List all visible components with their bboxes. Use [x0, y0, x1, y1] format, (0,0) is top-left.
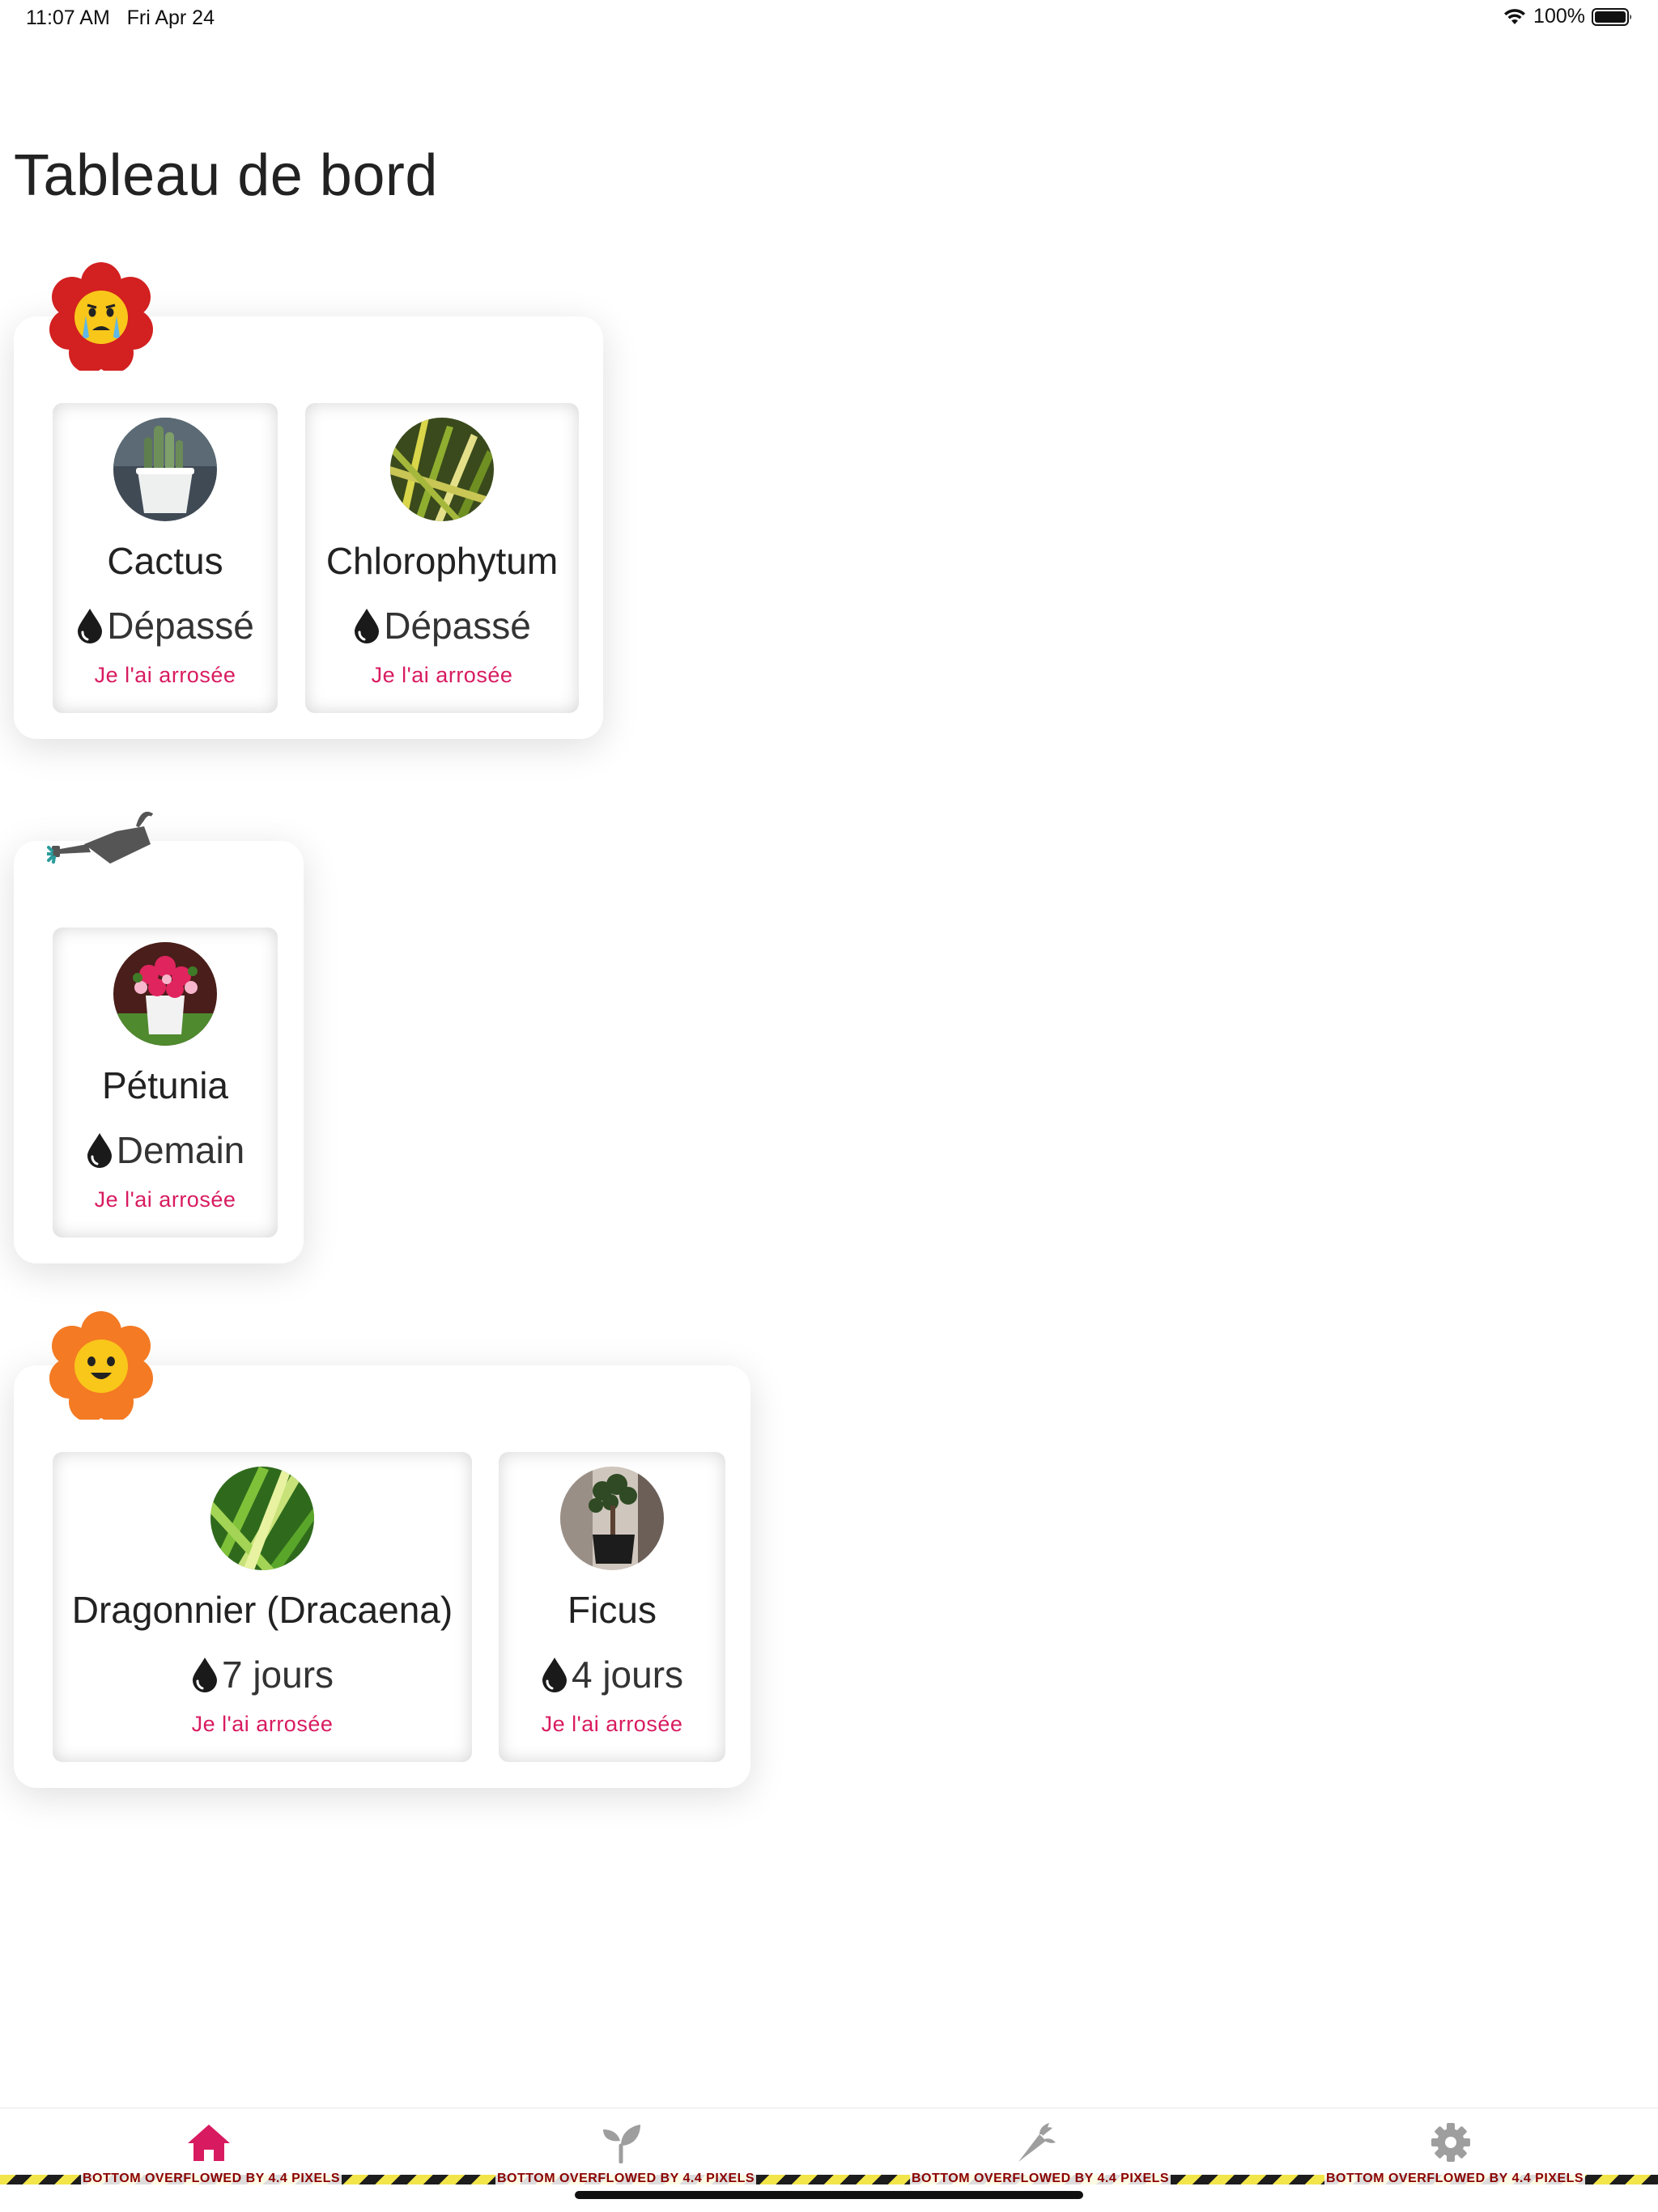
watering-due: Demain: [53, 1128, 278, 1172]
nav-home[interactable]: [185, 2118, 233, 2167]
crying-flower-icon: [47, 262, 155, 375]
watered-button[interactable]: Je l'ai arrosée: [305, 663, 579, 688]
overflow-warning-text: BOTTOM OVERFLOWED BY 4.4 PIXELS: [910, 2168, 1171, 2189]
sprout-icon: [603, 2125, 640, 2163]
plant-name: Pétunia: [101, 1064, 228, 1106]
plant-name: Dragonnier (Dracaena): [71, 1589, 453, 1631]
battery-percent: 100%: [1533, 5, 1585, 28]
watering-due: Dépassé: [305, 604, 579, 647]
nav-settings[interactable]: [1426, 2118, 1475, 2167]
status-bar: 11:07 AM Fri Apr 24 100%: [0, 0, 1658, 37]
battery-icon: [1592, 7, 1631, 26]
watering-due: 7 jours: [53, 1653, 472, 1696]
wifi-icon: [1504, 8, 1526, 24]
plant-card[interactable]: Chlorophytum Dépassé Je l'ai arrosée: [305, 403, 579, 713]
healthy-plants-group: Dragonnier (Dracaena) 7 jours Je l'ai ar…: [14, 1311, 750, 1788]
overflow-warning-text: BOTTOM OVERFLOWED BY 4.4 PIXELS: [81, 2168, 342, 2189]
due-text: 4 jours: [571, 1654, 684, 1696]
watered-button[interactable]: Je l'ai arrosée: [499, 1712, 725, 1737]
home-icon: [188, 2125, 230, 2161]
overflow-warning-text: BOTTOM OVERFLOWED BY 4.4 PIXELS: [495, 2168, 757, 2189]
nav-vegetables[interactable]: [1012, 2118, 1061, 2167]
due-text: Dépassé: [107, 605, 254, 647]
water-drop-icon: [355, 609, 380, 643]
watered-button[interactable]: Je l'ai arrosée: [53, 663, 278, 688]
plant-name: Chlorophytum: [325, 540, 559, 582]
dracaena-photo: [210, 1467, 314, 1570]
petunia-photo: [113, 942, 217, 1046]
water-drop-icon: [78, 609, 103, 643]
water-drop-icon: [192, 1658, 217, 1692]
watering-due: 4 jours: [499, 1653, 725, 1696]
gear-icon: [1431, 2123, 1470, 2162]
plant-name: Cactus: [107, 540, 223, 582]
plant-name: Ficus: [568, 1589, 657, 1631]
watered-button[interactable]: Je l'ai arrosée: [53, 1712, 472, 1737]
overdue-plants-group: Cactus Dépassé Je l'ai arrosée Chlorophy…: [14, 262, 603, 739]
water-drop-icon: [542, 1658, 567, 1692]
plant-card[interactable]: Pétunia Demain Je l'ai arrosée: [53, 928, 278, 1238]
watered-button[interactable]: Je l'ai arrosée: [53, 1187, 278, 1212]
home-indicator[interactable]: [575, 2191, 1083, 2199]
nav-plants[interactable]: [597, 2118, 646, 2167]
chlorophytum-photo: [390, 418, 494, 521]
carrot-icon: [1018, 2123, 1056, 2162]
plant-card[interactable]: Ficus 4 jours Je l'ai arrosée: [499, 1452, 725, 1762]
watering-due: Dépassé: [53, 604, 278, 647]
plant-card[interactable]: Cactus Dépassé Je l'ai arrosée: [53, 403, 278, 713]
due-text: 7 jours: [221, 1654, 334, 1696]
water-drop-icon: [87, 1133, 112, 1168]
status-time-date: 11:07 AM Fri Apr 24: [26, 6, 215, 29]
due-text: Demain: [116, 1129, 245, 1171]
ficus-photo: [560, 1467, 664, 1570]
page-title: Tableau de bord: [14, 143, 438, 208]
due-text: Dépassé: [384, 605, 531, 647]
plant-card[interactable]: Dragonnier (Dracaena) 7 jours Je l'ai ar…: [53, 1452, 472, 1762]
status-indicators: 100%: [1503, 5, 1634, 28]
watering-can-icon: [45, 805, 157, 877]
happy-flower-icon: [47, 1311, 155, 1424]
cactus-photo: [113, 418, 217, 521]
overflow-warning-text: BOTTOM OVERFLOWED BY 4.4 PIXELS: [1324, 2168, 1586, 2189]
soon-plants-group: Pétunia Demain Je l'ai arrosée: [14, 811, 304, 1263]
